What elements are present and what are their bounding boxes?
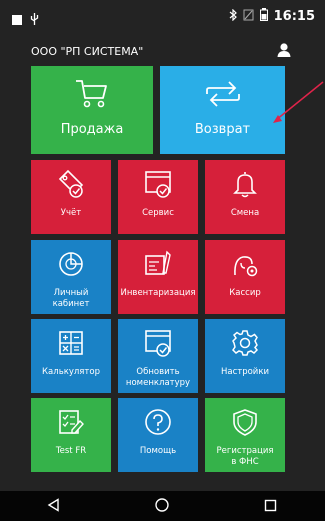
shift-tile[interactable]: Смена: [205, 160, 285, 234]
update-catalog-label: Обновить номенклатуру: [126, 367, 190, 389]
user-icon[interactable]: [276, 42, 292, 58]
update-catalog-label-line1: Обновить: [136, 367, 180, 377]
navigation-bar: [0, 491, 325, 521]
pie-chart-icon: [56, 249, 86, 283]
question-circle-icon: [143, 407, 173, 441]
battery-icon: [259, 8, 268, 25]
sale-button[interactable]: Продажа: [31, 66, 153, 154]
annotation-arrow-icon: [273, 81, 324, 123]
clipboard-pen-icon: [143, 249, 173, 283]
shift-label: Смена: [230, 208, 260, 218]
test-fr-label: Test FR: [55, 446, 87, 456]
fns-registration-label-line1: Регистрация: [216, 446, 274, 456]
recents-button[interactable]: [251, 494, 291, 518]
personal-cabinet-tile[interactable]: Личный кабинет: [31, 240, 111, 314]
home-button[interactable]: [142, 494, 182, 518]
inventory-tile[interactable]: Инвентаризация: [118, 240, 198, 314]
fns-registration-tile[interactable]: Регистрация в ФНС: [205, 398, 285, 472]
status-bar: 16:15: [0, 0, 325, 36]
sale-label: Продажа: [60, 122, 124, 137]
service-tile[interactable]: Сервис: [118, 160, 198, 234]
help-label: Помощь: [139, 446, 177, 456]
swap-arrows-icon: [203, 66, 243, 114]
home-circle-icon: [155, 497, 170, 516]
return-button[interactable]: Возврат: [160, 66, 285, 154]
settings-label: Настройки: [220, 367, 269, 377]
checklist-edit-icon: [56, 407, 86, 441]
accounting-tile[interactable]: Учёт: [31, 160, 111, 234]
tag-check-icon: [56, 169, 86, 203]
calculator-icon: [56, 328, 86, 362]
cashier-label: Кассир: [229, 288, 261, 298]
window-check-icon: [143, 169, 173, 203]
personal-cabinet-label: Личный кабинет: [53, 288, 90, 310]
user-gear-icon: [230, 249, 260, 283]
back-button[interactable]: [34, 494, 74, 518]
notification-square-icon: [12, 14, 22, 25]
usb-icon: [30, 10, 39, 29]
inventory-label: Инвентаризация: [120, 288, 196, 298]
company-name: ООО "РП СИСТЕМА": [31, 45, 144, 58]
signal-icon: [243, 9, 254, 25]
service-label: Сервис: [142, 208, 174, 218]
fns-registration-label: Регистрация в ФНС: [217, 446, 274, 468]
update-catalog-label-line2: номенклатуру: [125, 378, 191, 388]
bell-icon: [230, 169, 260, 203]
clock: 16:15: [273, 9, 315, 24]
return-label: Возврат: [194, 122, 251, 137]
help-tile[interactable]: Помощь: [118, 398, 198, 472]
update-catalog-tile[interactable]: Обновить номенклатуру: [118, 319, 198, 393]
calculator-tile[interactable]: Калькулятор: [31, 319, 111, 393]
shield-icon: [230, 407, 260, 441]
fns-registration-label-line2: в ФНС: [231, 457, 259, 467]
recents-square-icon: [264, 497, 277, 516]
personal-cabinet-label-line2: кабинет: [52, 299, 90, 309]
test-fr-tile[interactable]: Test FR: [31, 398, 111, 472]
accounting-label: Учёт: [60, 208, 82, 218]
calculator-label: Калькулятор: [42, 367, 100, 377]
window-check-icon: [143, 328, 173, 362]
settings-tile[interactable]: Настройки: [205, 319, 285, 393]
personal-cabinet-label-line1: Личный: [53, 288, 89, 298]
bluetooth-icon: [229, 8, 237, 25]
back-triangle-icon: [47, 497, 61, 516]
cart-icon: [74, 66, 110, 114]
app-screen: 16:15 ООО "РП СИСТЕМА" Продажа Возврат У…: [0, 0, 325, 521]
cashier-tile[interactable]: Кассир: [205, 240, 285, 314]
gear-icon: [230, 328, 260, 362]
